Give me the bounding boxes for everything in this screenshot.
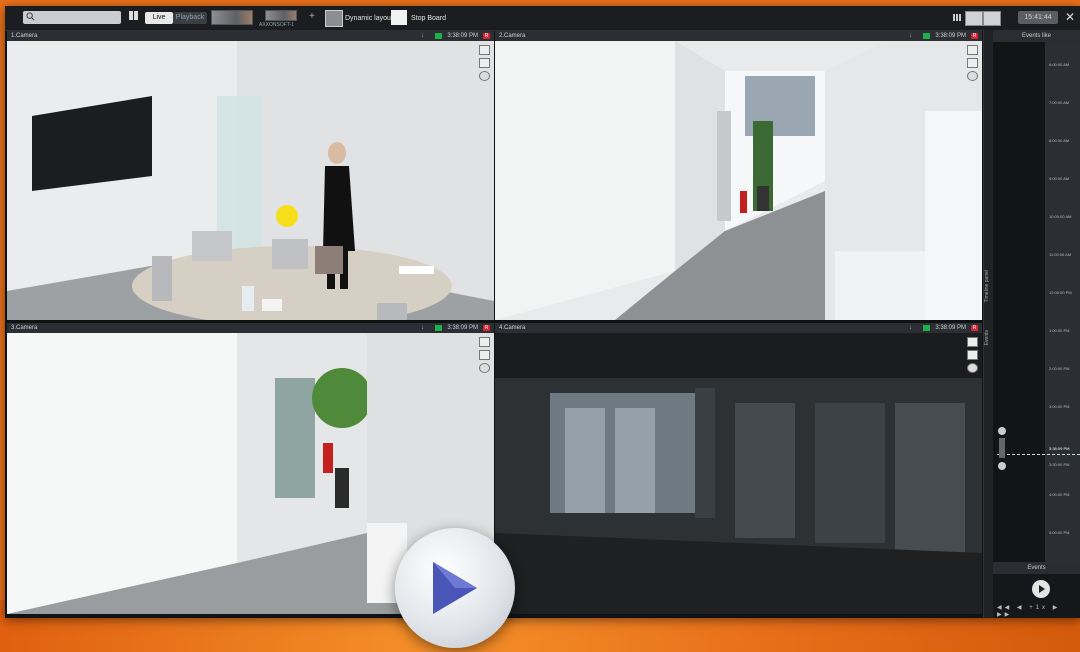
current-time-marker xyxy=(997,454,1080,455)
fit-screen-icon[interactable] xyxy=(479,337,490,347)
frame-icon[interactable] xyxy=(967,350,978,360)
search-icon xyxy=(26,12,35,21)
camera-name: 3.Camera xyxy=(11,325,38,331)
tile-controls xyxy=(967,337,978,376)
camera-time: 3:38:09 PM xyxy=(935,325,966,331)
vms-window: Live Playback AXXONSOFT-1 + Dynamic layo… xyxy=(5,6,1080,618)
thumbnail-caption: AXXONSOFT-1 xyxy=(259,22,295,28)
frame-icon[interactable] xyxy=(479,350,490,360)
frame-icon[interactable] xyxy=(967,58,978,68)
zoom-out-icon[interactable] xyxy=(998,462,1006,470)
record-badge: R xyxy=(483,33,490,39)
camera-header: 4.Camera ↓ 3:38:09 PM R xyxy=(495,323,982,333)
live-status-icon xyxy=(923,325,930,331)
camera-name: 1.Camera xyxy=(11,33,38,39)
camera-tile-2[interactable]: 2.Camera ↓ 3:38:09 PM R xyxy=(495,31,982,320)
play-triangle-icon xyxy=(433,562,477,614)
time-label: 6:00:00 AM xyxy=(1049,62,1070,67)
live-status-icon xyxy=(923,33,930,39)
live-button[interactable]: Live xyxy=(145,12,173,24)
camera-name: 2.Camera xyxy=(499,33,526,39)
download-icon[interactable]: ↓ xyxy=(421,323,424,333)
stop-board-icon[interactable] xyxy=(391,10,407,25)
camera-video[interactable] xyxy=(495,41,982,320)
timeline-scale xyxy=(1045,42,1080,562)
timeline-panel: Events like 6:00:00 AM 7:00:00 AM 8:00:0… xyxy=(993,30,1080,618)
camera-time: 3:38:09 PM xyxy=(447,33,478,39)
search-input[interactable] xyxy=(23,11,121,24)
meeting-room-scene xyxy=(7,41,494,320)
download-icon[interactable]: ↓ xyxy=(909,31,912,41)
camera-video[interactable] xyxy=(7,41,494,320)
fit-screen-icon[interactable] xyxy=(479,45,490,55)
split-view-icon[interactable] xyxy=(965,11,983,26)
zoom-in-icon[interactable] xyxy=(998,427,1006,435)
clock-display: 15:41:44 xyxy=(1018,11,1058,24)
speed-label[interactable]: +1x xyxy=(1029,605,1048,611)
time-label: 12:00:00 PM xyxy=(1049,290,1072,295)
fit-screen-icon[interactable] xyxy=(967,45,978,55)
add-layout-icon[interactable]: + xyxy=(309,12,315,28)
record-badge: R xyxy=(971,33,978,39)
time-label: 7:00:00 AM xyxy=(1049,100,1070,105)
tile-controls xyxy=(479,45,490,84)
timeline-track[interactable]: 6:00:00 AM 7:00:00 AM 8:00:00 AM 9:00:00… xyxy=(993,42,1080,562)
fit-screen-icon[interactable] xyxy=(967,337,978,347)
download-icon[interactable]: ↓ xyxy=(909,323,912,333)
frame-icon[interactable] xyxy=(479,58,490,68)
camera-tile-4[interactable]: 4.Camera ↓ 3:38:09 PM R xyxy=(495,323,982,614)
zoom-slider[interactable] xyxy=(999,438,1005,458)
camera-tile-1[interactable]: 1.Camera ↓ 3:38:09 PM R xyxy=(7,31,494,320)
time-label: 11:00:00 AM xyxy=(1049,252,1072,257)
live-status-icon xyxy=(435,325,442,331)
top-toolbar: Live Playback AXXONSOFT-1 + Dynamic layo… xyxy=(5,6,1080,31)
stop-board-label[interactable]: Stop Board xyxy=(411,15,446,22)
video-play-button[interactable] xyxy=(395,528,515,648)
dynamic-layout-label[interactable]: Dynamic layout xyxy=(345,15,393,22)
camera-header: 2.Camera ↓ 3:38:09 PM R xyxy=(495,31,982,41)
layout-thumbnail-1[interactable] xyxy=(211,10,253,25)
single-view-icon[interactable] xyxy=(983,11,1001,26)
play-icon[interactable] xyxy=(1032,580,1050,598)
layout-grid-icon[interactable] xyxy=(129,11,138,20)
tile-controls xyxy=(967,45,978,84)
camera-name: 4.Camera xyxy=(499,325,526,331)
playback-controls: ◀◀ ◀ +1x ▶ ▶▶ xyxy=(993,574,1080,618)
time-label: 1:00:00 PM xyxy=(1049,328,1070,333)
record-badge: R xyxy=(971,325,978,331)
dynamic-layout-icon[interactable] xyxy=(325,10,343,27)
close-icon[interactable] xyxy=(479,363,490,373)
time-label: 9:00:00 AM xyxy=(1049,176,1070,181)
time-label: 3:30:00 PM xyxy=(1049,462,1070,467)
lobby-scene xyxy=(495,333,982,614)
camera-time: 3:38:09 PM xyxy=(447,325,478,331)
camera-video[interactable] xyxy=(495,333,982,614)
layout-thumbnail-2[interactable] xyxy=(265,10,297,21)
grid-view-icon[interactable] xyxy=(953,14,961,21)
live-status-icon xyxy=(435,33,442,39)
time-label: 3:00:00 PM xyxy=(1049,404,1070,409)
panel-title: Events like xyxy=(993,30,1080,42)
time-label: 2:00:00 PM xyxy=(1049,366,1070,371)
camera-header: 1.Camera ↓ 3:38:09 PM R xyxy=(7,31,494,41)
time-label: 10:00:00 AM xyxy=(1049,214,1072,219)
close-icon[interactable] xyxy=(967,71,978,81)
camera-header: 3.Camera ↓ 3:38:09 PM R xyxy=(7,323,494,333)
close-icon[interactable] xyxy=(967,363,978,373)
camera-time: 3:38:09 PM xyxy=(935,33,966,39)
corridor-scene xyxy=(495,41,982,320)
time-label: 8:00:00 AM xyxy=(1049,138,1070,143)
download-icon[interactable]: ↓ xyxy=(421,31,424,41)
time-label: 5:00:00 PM xyxy=(1049,530,1070,535)
current-time-label: 3:38:09 PM xyxy=(1049,446,1070,451)
time-label: 4:00:00 PM xyxy=(1049,492,1070,497)
record-badge: R xyxy=(483,325,490,331)
tile-controls xyxy=(479,337,490,376)
playback-button[interactable]: Playback xyxy=(173,12,207,24)
settings-tools-icon[interactable]: ✕ xyxy=(1065,10,1075,26)
events-header[interactable]: Events xyxy=(993,562,1080,574)
step-controls[interactable]: ◀◀ ◀ +1x ▶ ▶▶ xyxy=(997,604,1080,618)
close-icon[interactable] xyxy=(479,71,490,81)
